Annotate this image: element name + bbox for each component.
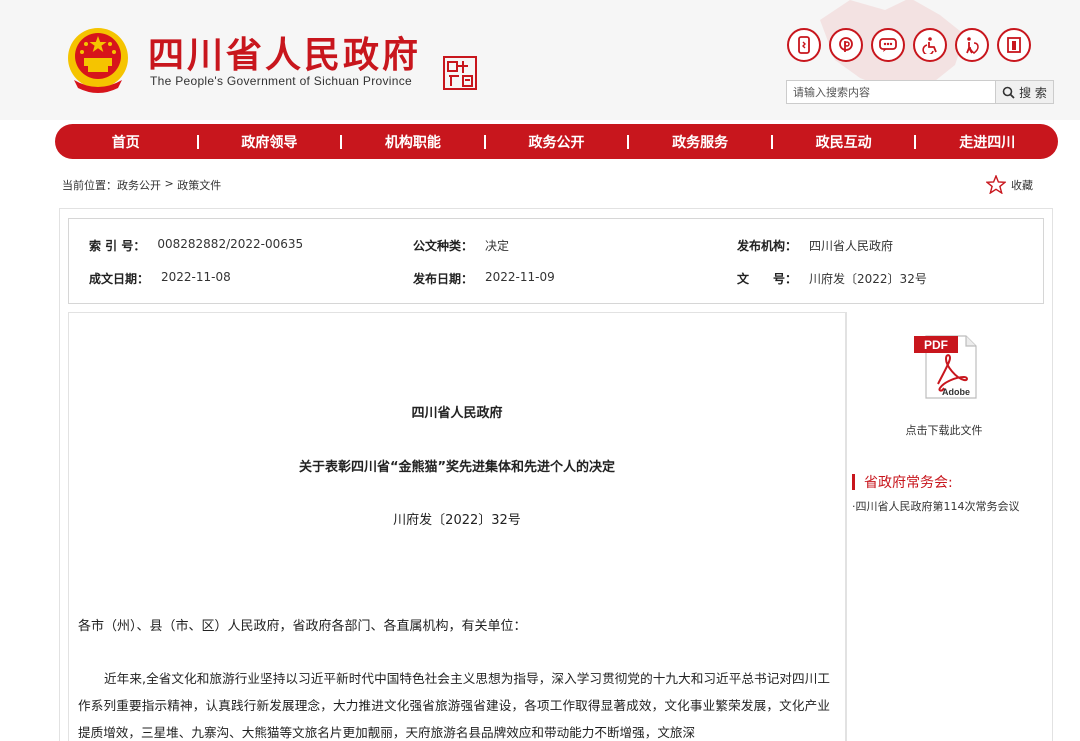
info-type-key: 公文种类： [413, 239, 474, 253]
info-published-key: 发布日期： [413, 272, 474, 286]
info-type-value: 决定 [485, 239, 510, 253]
search-icon [1002, 86, 1015, 99]
info-docnum-value: 川府发〔2022〕32号 [809, 272, 927, 286]
info-created: 成文日期： 2022-11-08 [89, 270, 231, 287]
wechat-icon[interactable] [871, 28, 905, 62]
site-header: 四川省人民政府 The People's Government of Sichu… [0, 0, 1080, 120]
breadcrumb-link-gov-affairs[interactable]: 政务公开 [117, 177, 161, 193]
document-title: 关于表彰四川省“金熊猫”奖先进集体和先进个人的决定 [298, 460, 616, 475]
nav-item-leaders[interactable]: 政府领导 [199, 132, 341, 152]
document-number: 川府发〔2022〕32号 [393, 513, 521, 528]
breadcrumb: 当前位置： 政务公开 > 政策文件 [62, 177, 221, 193]
pdf-badge-text: PDF [924, 338, 948, 352]
national-emblem-icon [68, 28, 128, 93]
nav-item-sichuan[interactable]: 走进四川 [916, 132, 1058, 152]
info-created-value: 2022-11-08 [161, 270, 231, 284]
info-docnum: 文 号： 川府发〔2022〕32号 [737, 270, 927, 287]
site-subtitle: The People's Government of Sichuan Provi… [150, 74, 412, 88]
star-icon [986, 175, 1006, 194]
info-type: 公文种类： 决定 [413, 237, 509, 254]
nav-item-services[interactable]: 政务服务 [629, 132, 771, 152]
nav-item-gov-affairs[interactable]: 政务公开 [486, 132, 628, 152]
site-title: 四川省人民政府 [148, 35, 422, 76]
info-index-key: 索 引 号： [89, 239, 146, 253]
search-bar: 搜 索 [786, 80, 1054, 104]
accessibility-icon[interactable] [913, 28, 947, 62]
breadcrumb-prefix: 当前位置： [62, 179, 117, 192]
breadcrumb-separator: > [161, 177, 178, 190]
info-docnum-key: 文 号： [737, 272, 798, 286]
pdf-download-icon[interactable]: PDF Adobe [912, 332, 980, 400]
nav-item-institutions[interactable]: 机构职能 [342, 132, 484, 152]
breadcrumb-link-policy[interactable]: 政策文件 [177, 177, 221, 193]
info-org: 发布机构： 四川省人民政府 [737, 237, 893, 254]
info-org-value: 四川省人民政府 [809, 239, 894, 253]
adobe-label: Adobe [942, 387, 970, 397]
favorite-button[interactable]: 收藏 [986, 175, 1033, 194]
search-button[interactable]: 搜 索 [996, 80, 1054, 104]
info-published: 发布日期： 2022-11-09 [413, 270, 555, 287]
document-body-paragraph: 近年来,全省文化和旅游行业坚持以习近平新时代中国特色社会主义思想为指导，深入学习… [78, 671, 830, 740]
sidebar-section-title: 省政府常务会: [864, 475, 953, 491]
china-seal-logo [443, 56, 477, 90]
info-index-value: 008282882/2022-00635 [157, 237, 304, 251]
document-issuer: 四川省人民政府 [411, 406, 503, 421]
elderly-care-icon[interactable] [955, 28, 989, 62]
header-icon-bar [787, 28, 1031, 62]
info-published-value: 2022-11-09 [485, 270, 555, 284]
weibo-icon[interactable] [829, 28, 863, 62]
main-nav: 首页 政府领导 机构职能 政务公开 政务服务 政民互动 走进四川 [55, 124, 1058, 159]
pdf-download-link[interactable]: 点击下载此文件 [848, 422, 1040, 438]
nav-item-interaction[interactable]: 政民互动 [773, 132, 915, 152]
sidebar-link-meeting[interactable]: ·四川省人民政府第114次常务会议 [852, 498, 1020, 514]
search-button-label: 搜 索 [1019, 85, 1047, 100]
section-accent-bar [852, 474, 855, 490]
login-icon[interactable] [997, 28, 1031, 62]
info-index: 索 引 号： 008282882/2022-00635 [89, 237, 303, 254]
document-info-table: 索 引 号： 008282882/2022-00635 公文种类： 决定 发布机… [68, 218, 1044, 304]
info-created-key: 成文日期： [89, 272, 150, 286]
mobile-icon[interactable] [787, 28, 821, 62]
nav-item-home[interactable]: 首页 [55, 132, 197, 152]
sidebar-section-header: 省政府常务会: [852, 472, 953, 492]
sidebar-divider [846, 312, 847, 741]
favorite-label: 收藏 [1011, 178, 1033, 192]
search-input[interactable] [786, 80, 996, 104]
info-org-key: 发布机构： [737, 239, 798, 253]
document-addressee: 各市（州）、县（市、区）人民政府，省政府各部门、各直属机构，有关单位： [78, 619, 527, 634]
